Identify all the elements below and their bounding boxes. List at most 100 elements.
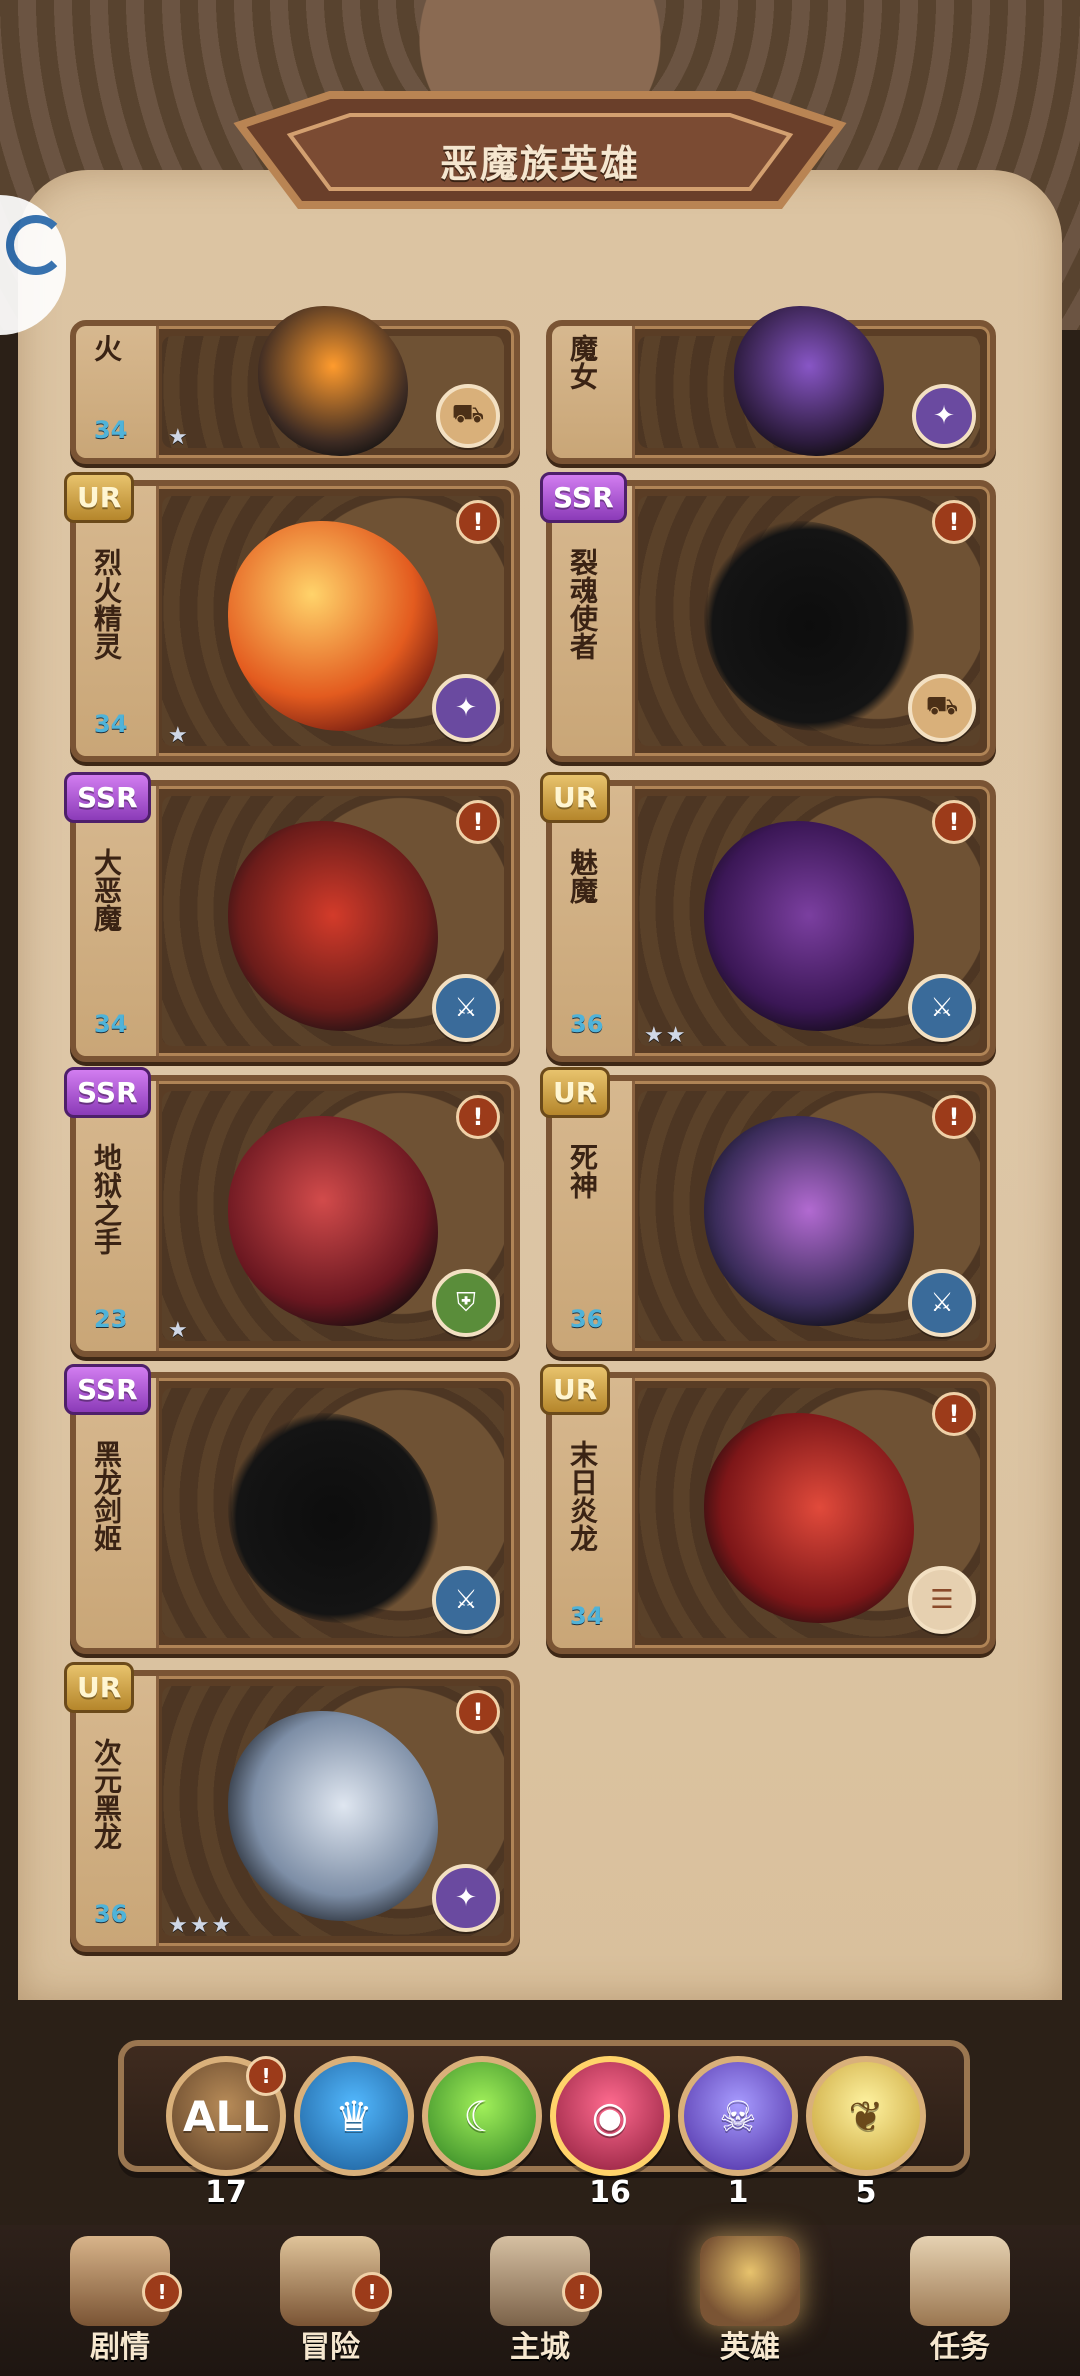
hero-level: 36 [570, 1010, 604, 1038]
moon-icon: ☾ [463, 2091, 501, 2141]
hero-name: 大恶魔 [90, 848, 123, 932]
filter-count: 17 [205, 2175, 247, 2210]
nav-heroes[interactable]: 英雄 [660, 2226, 840, 2366]
hero-name: 烈火精灵 [90, 548, 123, 660]
hero-name-column: 末日炎龙 34 [552, 1378, 635, 1648]
rarity-badge: SSR [64, 1364, 151, 1415]
nav-alert-badge: ! [142, 2272, 182, 2312]
hero-name: 魅魔 [566, 848, 599, 904]
hero-card[interactable]: 地狱之手 23 SSR ! ★ ⛨ [64, 1067, 520, 1357]
filter-all-button[interactable]: ALL 17 ! [166, 2056, 286, 2210]
bottom-navigation: ! 剧情 ! 冒险 ! 主城 英雄 任务 [0, 2225, 1080, 2376]
hero-name: 裂魂使者 [566, 548, 599, 660]
hero-stars: ★★ [644, 1023, 688, 1048]
class-icon: ⚔ [432, 1566, 500, 1634]
filter-all-label: ALL [182, 2091, 270, 2141]
hero-portrait [704, 1413, 914, 1623]
hero-card[interactable]: 烈火精灵 34 UR ! ★ ✦ [64, 472, 520, 762]
hero-stars: ★★★ [168, 1913, 234, 1938]
nav-main-city[interactable]: ! 主城 [450, 2226, 630, 2366]
hero-stars: ★ [168, 425, 190, 450]
hero-stars: ★ [168, 723, 190, 748]
nav-label: 英雄 [720, 2330, 780, 2365]
rarity-badge: SSR [64, 772, 151, 823]
alert-badge: ! [456, 800, 500, 844]
ghost-icon: ☠ [719, 2091, 757, 2141]
hero-portrait [704, 1116, 914, 1326]
hero-level: 34 [94, 416, 128, 444]
hero-name: 死神 [566, 1143, 599, 1199]
hero-stars: ★ [168, 1318, 190, 1343]
alert-badge: ! [932, 500, 976, 544]
hero-portrait-locked [704, 521, 914, 731]
class-icon: ✦ [912, 384, 976, 448]
filter-spirit-button[interactable]: ☠ 1 [678, 2056, 798, 2210]
crown-icon: ♛ [335, 2091, 373, 2141]
hero-name-column: 裂魂使者 [552, 486, 635, 756]
alert-badge: ! [932, 1095, 976, 1139]
logo-swirl-icon [6, 215, 66, 275]
alert-badge: ! [456, 1690, 500, 1734]
hero-name-column: 黑龙剑姬 [76, 1378, 159, 1648]
alert-badge: ! [456, 1095, 500, 1139]
hero-card[interactable]: 死神 36 UR ! ⚔ [540, 1067, 996, 1357]
class-icon: ⛟ [908, 674, 976, 742]
hero-name-column: 魔女 [552, 326, 635, 458]
hero-card[interactable]: 末日炎龙 34 UR ! ☰ [540, 1364, 996, 1654]
hero-portrait [258, 305, 408, 456]
filter-demon-button[interactable]: ◉ 16 [550, 2056, 670, 2210]
filter-light-button[interactable]: ♛ [294, 2056, 414, 2176]
hero-name: 黑龙剑姬 [90, 1440, 123, 1552]
wings-icon: ❦ [848, 2091, 884, 2141]
rarity-badge: UR [540, 1364, 611, 1415]
filter-nature-button[interactable]: ☾ [422, 2056, 542, 2176]
faction-filter-bar: ALL 17 ! ♛ ☾ ◉ 16 ☠ 1 ❦ 5 [118, 2040, 970, 2210]
page-title: 恶魔族英雄 [439, 142, 640, 186]
class-icon: ✦ [432, 674, 500, 742]
class-icon: ⚔ [908, 974, 976, 1042]
nav-adventure[interactable]: ! 冒险 [240, 2226, 420, 2366]
rarity-badge: SSR [540, 472, 627, 523]
hero-name-column: 烈火精灵 34 [76, 486, 159, 756]
hero-portrait-locked [228, 1413, 438, 1623]
nav-label: 主城 [510, 2330, 570, 2365]
hero-portrait [734, 305, 884, 456]
hero-card[interactable]: 魔女 ✦ [546, 305, 996, 464]
hero-portrait [228, 1116, 438, 1326]
class-icon: ☰ [908, 1566, 976, 1634]
class-icon: ⛨ [432, 1269, 500, 1337]
nav-label: 冒险 [300, 2330, 360, 2365]
rarity-badge: UR [540, 1067, 611, 1118]
eye-icon: ◉ [591, 2091, 629, 2141]
hero-card[interactable]: 火 34 ★ ⛟ [70, 305, 520, 464]
hero-card[interactable]: 裂魂使者 SSR ! ⛟ [540, 472, 996, 762]
filter-count: 5 [855, 2175, 877, 2210]
hero-portrait [228, 1711, 438, 1921]
nav-alert-badge: ! [352, 2272, 392, 2312]
alert-badge: ! [932, 800, 976, 844]
hero-name-column: 魅魔 36 [552, 786, 635, 1056]
hero-name-column: 火 34 [76, 326, 159, 458]
filter-alert-badge: ! [246, 2056, 286, 2096]
hero-level: 34 [94, 1010, 128, 1038]
filter-angel-button[interactable]: ❦ 5 [806, 2056, 926, 2210]
hero-portrait [228, 521, 438, 731]
hero-level: 23 [94, 1305, 128, 1333]
hero-card[interactable]: 大恶魔 34 SSR ! ⚔ [64, 772, 520, 1062]
hero-level: 34 [570, 1602, 604, 1630]
hero-name: 火 [90, 334, 123, 362]
title-plaque: 恶魔族英雄 [220, 85, 860, 235]
filter-count: 16 [589, 2175, 631, 2210]
alert-badge: ! [932, 1392, 976, 1436]
helmet-icon [700, 2236, 800, 2326]
class-icon: ✦ [432, 1864, 500, 1932]
nav-tasks[interactable]: 任务 [870, 2226, 1050, 2366]
hero-card[interactable]: 魅魔 36 UR ! ★★ ⚔ [540, 772, 996, 1062]
class-icon: ⚔ [432, 974, 500, 1042]
hero-card[interactable]: 次元黑龙 36 UR ! ★★★ ✦ [64, 1662, 520, 1952]
hero-card[interactable]: 黑龙剑姬 SSR ⚔ [64, 1364, 520, 1654]
nav-story[interactable]: ! 剧情 [30, 2226, 210, 2366]
hero-name: 魔女 [566, 334, 599, 390]
hero-portrait [228, 821, 438, 1031]
nav-label: 任务 [930, 2330, 990, 2365]
